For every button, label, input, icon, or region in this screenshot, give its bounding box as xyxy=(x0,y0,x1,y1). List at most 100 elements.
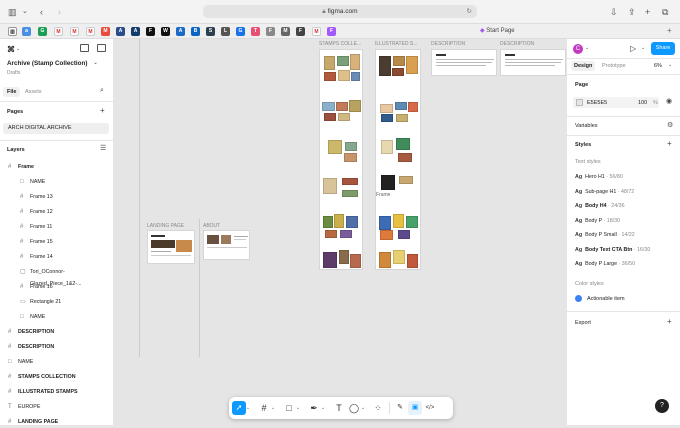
eye-icon[interactable]: ◉ xyxy=(666,97,672,105)
frame-landing-page[interactable] xyxy=(147,230,195,264)
tab-title[interactable]: ◆ Start Page xyxy=(480,27,515,34)
favicon[interactable]: G xyxy=(236,27,245,36)
chevron-down-icon[interactable]: ⌄ xyxy=(641,45,645,51)
favicon[interactable]: A xyxy=(131,27,140,36)
sidebar-icon[interactable]: ▥ xyxy=(8,27,17,36)
share-icon[interactable]: ⇪ xyxy=(628,6,636,18)
text-style-item[interactable]: Ag Body P · 18/30 xyxy=(575,218,620,224)
favicon[interactable]: a xyxy=(22,27,31,36)
chevron-down-icon[interactable]: ⌄ xyxy=(245,401,251,415)
chevron-down-icon[interactable]: ⌄ xyxy=(360,401,366,415)
layer-item[interactable]: # DESCRIPTION xyxy=(0,326,114,338)
shape-tool-icon[interactable]: □ xyxy=(282,401,296,415)
frame-label-frame[interactable]: Frame xyxy=(376,192,390,198)
color-swatch[interactable] xyxy=(576,99,583,106)
present-icon[interactable]: ▷ xyxy=(630,44,636,53)
chevron-down-icon[interactable]: ⌄ xyxy=(320,401,326,415)
back-button[interactable]: ‹ xyxy=(40,6,43,18)
frame-about[interactable] xyxy=(203,230,250,260)
favicon[interactable]: W xyxy=(161,27,170,36)
zoom-level[interactable]: 6% xyxy=(654,63,662,69)
text-style-item[interactable]: Ag Hero H1 · 56/80 xyxy=(575,174,623,180)
variables-label[interactable]: Variables xyxy=(575,123,598,129)
favicon[interactable]: M xyxy=(101,27,110,36)
design-mode-icon[interactable]: ▣ xyxy=(408,401,422,415)
layer-item[interactable]: □ NAME xyxy=(0,311,114,323)
favicon[interactable]: A xyxy=(176,27,185,36)
download-icon[interactable]: ⇩ xyxy=(610,6,618,18)
collapse-layers-icon[interactable]: ☰ xyxy=(100,144,106,152)
text-style-item[interactable]: Ag Body P Small · 14/22 xyxy=(575,232,635,238)
chevron-down-icon[interactable]: ⌄ xyxy=(585,45,589,51)
gmail-icon[interactable]: M xyxy=(312,27,321,36)
layer-item[interactable]: T EUROPE xyxy=(0,401,114,413)
dev-mode-icon[interactable]: </> xyxy=(423,401,437,415)
text-tool-icon[interactable]: T xyxy=(332,401,346,415)
help-button[interactable]: ? xyxy=(655,399,669,413)
layer-item[interactable]: # LANDING PAGE xyxy=(0,416,114,428)
favicon[interactable]: M xyxy=(70,27,79,36)
favicon[interactable]: F xyxy=(296,27,305,36)
layer-item[interactable]: # Frame xyxy=(0,161,114,173)
favicon[interactable]: L xyxy=(221,27,230,36)
layer-item[interactable]: # Frame 13 xyxy=(0,191,114,203)
frame-label-description[interactable]: DESCRIPTION xyxy=(500,41,534,47)
layer-item[interactable]: ▭ Rectangle 21 xyxy=(0,296,114,308)
variables-icon[interactable]: ⚙ xyxy=(667,121,673,129)
avatar[interactable]: C xyxy=(573,44,583,54)
address-bar[interactable]: 🔒︎ figma.com ↻ xyxy=(203,5,477,18)
chevron-down-icon[interactable]: ⌄ xyxy=(93,59,98,66)
favicon[interactable]: F xyxy=(146,27,155,36)
frame-label-landing[interactable]: LANDING PAGE xyxy=(147,223,184,229)
chevron-down-icon[interactable]: ⌄ xyxy=(668,62,672,68)
sidebar-layout-icon[interactable] xyxy=(97,44,106,52)
layer-item[interactable]: # Frame 14 xyxy=(0,251,114,263)
text-style-item[interactable]: Ag Body Text CTA Btn · 16/30 xyxy=(575,247,650,253)
frame-label-illustrated[interactable]: ILLUSTRATED S... xyxy=(375,41,417,47)
chevron-down-icon[interactable]: ⌄ xyxy=(16,46,20,52)
layer-item[interactable]: # Frame 16 xyxy=(0,281,114,293)
draw-mode-icon[interactable]: ✎ xyxy=(393,401,407,415)
color-swatch[interactable] xyxy=(575,295,582,302)
favicon[interactable]: T xyxy=(251,27,260,36)
design-canvas[interactable]: STAMPS COLLE... ILLUSTRATED S... DESCRIP… xyxy=(114,39,566,425)
chevron-down-icon[interactable]: ⌄ xyxy=(22,6,28,18)
layer-item[interactable]: # ILLUSTRATED STAMPS xyxy=(0,386,114,398)
page-opacity[interactable]: 100 xyxy=(638,100,647,106)
layer-item[interactable]: # Frame 12 xyxy=(0,206,114,218)
frame-stamps-collection[interactable] xyxy=(319,49,363,270)
page-color-hex[interactable]: E5E5E5 xyxy=(587,100,607,106)
layer-item[interactable]: # Frame 15 xyxy=(0,236,114,248)
text-style-item[interactable]: Ag Sub-page H1 · 48/72 xyxy=(575,189,634,195)
layer-item[interactable]: □ NAME xyxy=(0,356,114,368)
file-name[interactable]: Archive (Stamp Collection) xyxy=(7,60,87,67)
frame-description-2[interactable] xyxy=(500,49,566,76)
search-icon[interactable]: ⌕ xyxy=(100,87,104,95)
add-export-icon[interactable]: + xyxy=(667,317,672,326)
favicon[interactable]: M xyxy=(54,27,63,36)
layer-item[interactable]: # DESCRIPTION xyxy=(0,341,114,353)
page-item[interactable]: ARCH DIGITAL ARCHIVE xyxy=(3,123,109,134)
tab-design[interactable]: Design xyxy=(571,61,596,71)
page-color-field[interactable]: E5E5E5 100 % xyxy=(573,97,659,108)
add-page-icon[interactable]: + xyxy=(100,106,105,115)
frame-illustrated-stamps[interactable] xyxy=(375,49,421,270)
figma-icon[interactable]: F xyxy=(327,27,336,36)
figma-menu-icon[interactable]: ⌘ xyxy=(7,45,15,54)
layer-item[interactable]: # Frame 11 xyxy=(0,221,114,233)
chevron-down-icon[interactable]: ⌄ xyxy=(295,401,301,415)
new-tab-button[interactable]: + xyxy=(667,26,672,35)
tab-assets[interactable]: Assets xyxy=(25,89,42,95)
tabs-overview-icon[interactable]: ⧉ xyxy=(662,6,668,18)
layer-item[interactable]: ▢ Tori_OConnor-Glazed_Piece_1&2-... xyxy=(0,266,114,287)
favicon[interactable]: M xyxy=(281,27,290,36)
favicon[interactable]: F xyxy=(266,27,275,36)
export-label[interactable]: Export xyxy=(575,320,591,326)
frame-label-about[interactable]: ABOUT xyxy=(203,223,220,229)
tab-file[interactable]: File xyxy=(3,87,21,97)
image-icon[interactable] xyxy=(80,44,89,52)
move-tool-icon[interactable]: ➚ xyxy=(232,401,246,415)
new-tab-icon[interactable]: + xyxy=(645,6,650,18)
frame-description-1[interactable] xyxy=(431,49,497,76)
pen-tool-icon[interactable]: ✒ xyxy=(307,401,321,415)
